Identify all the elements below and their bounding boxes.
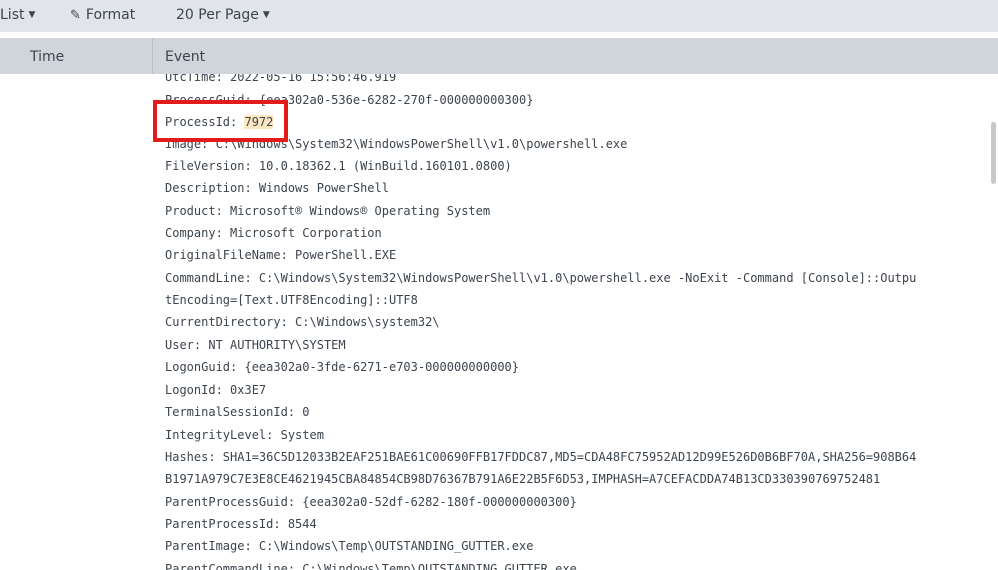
- column-header-time[interactable]: Time: [30, 49, 64, 65]
- event-line-product: Product: Microsoft® Windows® Operating S…: [165, 204, 491, 218]
- column-header-event[interactable]: Event: [165, 49, 205, 65]
- format-label: Format: [85, 7, 136, 23]
- caret-down-icon: ▼: [262, 10, 270, 20]
- event-line-integrity-level: IntegrityLevel: System: [165, 428, 324, 442]
- event-line-hashes: Hashes: SHA1=36C5D12033B2EAF251BAE61C006…: [165, 450, 917, 464]
- event-panel: UtcTime: 2022-05-16 15:56:46.919 Process…: [0, 74, 998, 570]
- event-line-terminal-session-id: TerminalSessionId: 0: [165, 405, 310, 419]
- caret-down-icon: ▼: [28, 10, 36, 20]
- highlight-annotation-box: [153, 100, 288, 142]
- format-button[interactable]: ✎ Format: [70, 7, 135, 23]
- event-line-logon-id: LogonId: 0x3E7: [165, 383, 267, 397]
- event-line-file-version: FileVersion: 10.0.18362.1 (WinBuild.1601…: [165, 159, 512, 173]
- event-line-original-filename: OriginalFileName: PowerShell.EXE: [165, 248, 397, 262]
- event-line-logon-guid: LogonGuid: {eea302a0-3fde-6271-e703-0000…: [165, 360, 520, 374]
- event-line-user: User: NT AUTHORITY\SYSTEM: [165, 338, 346, 352]
- event-line-parent-image: ParentImage: C:\Windows\Temp\OUTSTANDING…: [165, 539, 534, 553]
- event-line-commandline: CommandLine: C:\Windows\System32\Windows…: [165, 271, 917, 285]
- column-divider: [152, 38, 153, 74]
- pencil-icon: ✎: [70, 7, 81, 23]
- event-line-parent-process-guid: ParentProcessGuid: {eea302a0-52df-6282-1…: [165, 495, 577, 509]
- event-line-parent-commandline: ParentCommandLine: C:\Windows\Temp\OUTST…: [165, 562, 577, 570]
- table-header: Time Event: [0, 38, 998, 74]
- event-line-utctime: UtcTime: 2022-05-16 15:56:46.919: [165, 74, 397, 84]
- event-line-parent-process-id: ParentProcessId: 8544: [165, 517, 317, 531]
- per-page-dropdown[interactable]: 20 Per Page ▼: [176, 7, 270, 23]
- vertical-scrollbar-thumb[interactable]: [991, 122, 996, 184]
- event-line-hashes-cont: B1971A979C7E3E8CE4621945CBA84854CB98D763…: [165, 472, 881, 486]
- results-toolbar: List ▼ ✎ Format 20 Per Page ▼: [0, 0, 998, 32]
- event-line-company: Company: Microsoft Corporation: [165, 226, 382, 240]
- list-label: List: [0, 7, 25, 23]
- event-line-description: Description: Windows PowerShell: [165, 181, 389, 195]
- per-page-label: 20 Per Page: [176, 7, 259, 23]
- event-line-current-directory: CurrentDirectory: C:\Windows\system32\: [165, 315, 440, 329]
- event-line-commandline-cont: tEncoding=[Text.UTF8Encoding]::UTF8: [165, 293, 418, 307]
- list-view-dropdown[interactable]: List ▼: [0, 7, 35, 23]
